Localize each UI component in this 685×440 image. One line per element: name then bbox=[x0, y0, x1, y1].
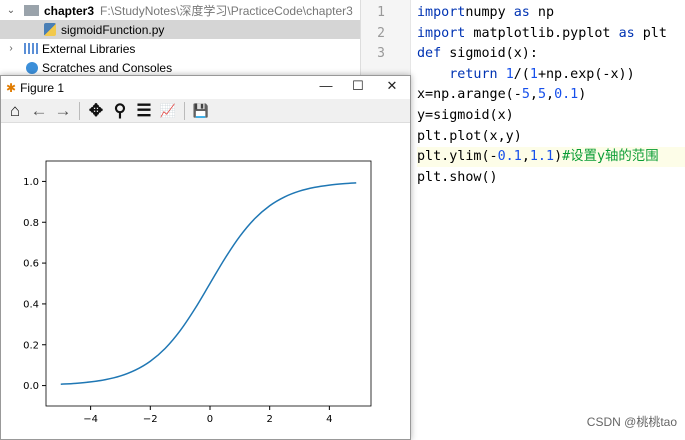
tree-file-sigmoidfunction[interactable]: sigmoidFunction.py bbox=[0, 20, 360, 39]
code-line[interactable]: importnumpy as np bbox=[417, 3, 554, 23]
x-tick-label: 2 bbox=[266, 414, 272, 425]
x-tick-label: −4 bbox=[83, 414, 98, 425]
code-token: sigmoid(x): bbox=[441, 46, 538, 62]
code-token: return bbox=[449, 66, 506, 82]
code-token: y=sigmoid(x) bbox=[417, 108, 514, 123]
code-token: /( bbox=[513, 66, 530, 82]
scratches-label: Scratches and Consoles bbox=[42, 60, 173, 75]
code-token: import bbox=[417, 25, 466, 41]
y-tick-label: 0.0 bbox=[23, 381, 39, 392]
y-tick-label: 0.4 bbox=[23, 299, 39, 310]
code-token: 5 bbox=[537, 87, 546, 103]
code-line[interactable]: plt.plot(x,y) bbox=[417, 127, 522, 147]
code-token: , bbox=[529, 87, 538, 103]
code-token: plt.ylim(- bbox=[417, 149, 498, 165]
code-token: ) bbox=[578, 87, 587, 103]
separator bbox=[184, 101, 185, 120]
code-token: +np.exp(-x)) bbox=[537, 66, 635, 82]
figure-toolbar: ⌂ ← → ✥ ⚲ ☰ 📈 💾 bbox=[1, 99, 410, 123]
code-token: plt.show() bbox=[417, 169, 498, 185]
minimize-button[interactable]: — bbox=[311, 78, 341, 93]
tree-external-libraries[interactable]: › External Libraries bbox=[0, 39, 360, 58]
line-number: 2 bbox=[377, 26, 385, 41]
edit-axis-icon[interactable]: 📈 bbox=[158, 101, 178, 121]
x-tick-label: 0 bbox=[207, 414, 213, 425]
maximize-button[interactable]: ☐ bbox=[343, 78, 373, 94]
code-token: 1.1 bbox=[529, 149, 555, 165]
code-token: def bbox=[417, 46, 442, 62]
python-file-icon bbox=[44, 23, 56, 36]
plot-canvas[interactable]: −4 −2 0 2 4 0.0 0.2 0.4 0.6 0.8 1.0 bbox=[1, 124, 410, 439]
code-line[interactable]: y=sigmoid(x) bbox=[417, 106, 514, 126]
code-token: 5 bbox=[521, 87, 530, 103]
code-line[interactable]: plt.ylim(-0.1,1.1)#设置y轴的范围 bbox=[417, 147, 685, 168]
code-token: 1 bbox=[505, 66, 514, 82]
code-token: np bbox=[529, 5, 555, 20]
code-token: 0.1 bbox=[497, 149, 522, 165]
save-icon[interactable]: 💾 bbox=[191, 101, 211, 121]
y-tick-label: 0.2 bbox=[23, 340, 39, 351]
tree-folder-chapter3[interactable]: ⌄ chapter3 F:\StudyNotes\深度学习\PracticeCo… bbox=[0, 1, 360, 20]
folder-path: F:\StudyNotes\深度学习\PracticeCode\chapter3 bbox=[100, 4, 353, 18]
y-tick-label: 1.0 bbox=[23, 177, 39, 188]
external-libraries-label: External Libraries bbox=[42, 41, 136, 56]
axes-frame bbox=[45, 160, 372, 407]
code-token: ) bbox=[554, 149, 563, 165]
line-number: 1 bbox=[377, 5, 385, 20]
code-token: x=np.arange(- bbox=[417, 87, 522, 103]
code-line[interactable]: return 1/(1+np.exp(-x)) bbox=[417, 65, 635, 85]
chevron-down-icon[interactable]: ⌄ bbox=[4, 5, 18, 16]
libraries-icon bbox=[24, 43, 38, 54]
code-token: plt.plot(x,y) bbox=[417, 128, 522, 144]
code-token: matplotlib.pyplot bbox=[465, 25, 619, 41]
code-token: as bbox=[618, 25, 635, 41]
figure-title: Figure 1 bbox=[20, 80, 65, 95]
figure-window: ✱ Figure 1 — ☐ ✕ ⌂ ← → ✥ ⚲ ☰ 📈 💾 −4 −2 0 2 4… bbox=[0, 75, 411, 440]
folder-name: chapter3 bbox=[44, 3, 95, 18]
code-token: 1 bbox=[529, 66, 538, 82]
code-token: numpy bbox=[465, 5, 514, 20]
scratches-icon bbox=[26, 61, 38, 74]
configure-subplots-icon[interactable]: ☰ bbox=[134, 101, 154, 121]
watermark: CSDN @桃桃tao bbox=[586, 415, 677, 429]
sigmoid-line bbox=[60, 182, 357, 385]
line-number: 3 bbox=[377, 46, 385, 61]
forward-icon[interactable]: → bbox=[53, 101, 73, 121]
figure-titlebar[interactable]: ✱ Figure 1 — ☐ ✕ bbox=[1, 76, 410, 99]
x-tick-label: 4 bbox=[326, 414, 332, 425]
code-line[interactable]: plt.show() bbox=[417, 168, 498, 188]
code-token: plt bbox=[634, 25, 667, 41]
zoom-icon[interactable]: ⚲ bbox=[110, 101, 130, 121]
code-line[interactable]: import matplotlib.pyplot as plt bbox=[417, 24, 667, 44]
back-icon[interactable]: ← bbox=[29, 101, 49, 121]
x-tick-label: −2 bbox=[143, 414, 158, 425]
separator bbox=[79, 101, 80, 120]
code-token: , bbox=[521, 149, 530, 165]
file-name: sigmoidFunction.py bbox=[61, 22, 165, 37]
close-button[interactable]: ✕ bbox=[377, 78, 407, 94]
y-tick-label: 0.8 bbox=[23, 218, 39, 229]
matplotlib-icon: ✱ bbox=[6, 80, 17, 95]
folder-icon bbox=[24, 5, 39, 16]
pan-icon[interactable]: ✥ bbox=[86, 101, 106, 121]
code-token: import bbox=[417, 5, 466, 20]
chevron-right-icon[interactable]: › bbox=[4, 43, 18, 54]
code-token: , bbox=[546, 87, 555, 103]
code-token: 0.1 bbox=[554, 87, 579, 103]
code-line[interactable]: def sigmoid(x): bbox=[417, 44, 538, 64]
y-tick-label: 0.6 bbox=[23, 259, 39, 270]
code-token: as bbox=[513, 5, 530, 20]
code-token: #设置y轴的范围 bbox=[562, 149, 659, 165]
code-line[interactable]: x=np.arange(-5,5,0.1) bbox=[417, 85, 586, 105]
home-icon[interactable]: ⌂ bbox=[5, 101, 25, 121]
project-tree: ⌄ chapter3 F:\StudyNotes\深度学习\PracticeCo… bbox=[0, 0, 360, 76]
